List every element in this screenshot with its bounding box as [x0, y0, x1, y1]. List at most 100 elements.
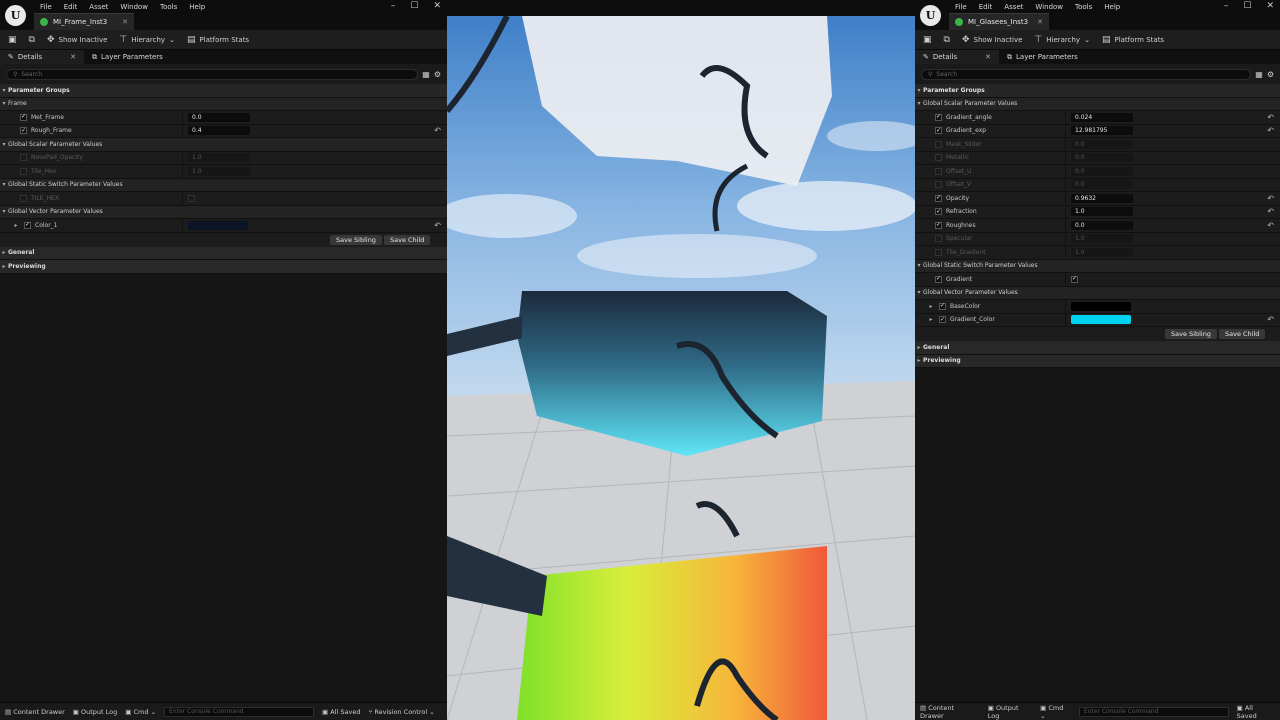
browse-button[interactable]: ⧉ — [944, 35, 950, 45]
enable-checkbox[interactable]: ✓ — [24, 221, 31, 229]
enable-checkbox[interactable]: ✓ — [939, 302, 946, 310]
enable-checkbox[interactable] — [20, 154, 27, 162]
param-value-input[interactable]: 0.0 — [1071, 153, 1133, 163]
param-value-input[interactable]: 0.0 — [1071, 220, 1133, 230]
param-value-input[interactable]: 0.0 — [1071, 139, 1133, 149]
previewing-section[interactable]: ▸ Previewing — [915, 354, 1280, 368]
enable-checkbox[interactable]: ✓ — [939, 316, 946, 324]
global-vector-group[interactable]: ▾ Global Vector Parameter Values — [0, 205, 447, 219]
cmd-dropdown[interactable]: ▣ Cmd ⌄ — [1040, 704, 1071, 720]
menu-file[interactable]: File — [34, 2, 58, 12]
unreal-logo[interactable]: U — [5, 5, 26, 26]
frame-group[interactable]: ▾ Frame — [0, 97, 447, 111]
close-tab-icon[interactable]: ✕ — [1037, 18, 1043, 26]
menu-asset[interactable]: Asset — [83, 2, 114, 12]
enable-checkbox[interactable] — [935, 248, 942, 256]
global-vector-group[interactable]: ▾ Global Vector Parameter Values — [915, 286, 1280, 300]
menu-help[interactable]: Help — [1098, 2, 1126, 12]
enable-checkbox[interactable] — [935, 167, 942, 175]
console-input[interactable]: Enter Console Command — [164, 706, 315, 717]
enable-checkbox[interactable] — [20, 167, 27, 175]
save-button[interactable]: ▣ — [923, 35, 932, 45]
color-swatch[interactable] — [1071, 315, 1131, 325]
minimize-icon[interactable]: – — [391, 1, 396, 11]
enable-checkbox[interactable] — [935, 181, 942, 189]
param-value-input[interactable]: 0.4 — [188, 126, 250, 136]
enable-checkbox[interactable]: ✓ — [935, 194, 942, 202]
color-swatch[interactable] — [1071, 301, 1131, 311]
save-sibling-button[interactable]: Save Sibling — [1165, 329, 1217, 339]
param-value-input[interactable]: 0.0 — [1071, 180, 1133, 190]
search-input[interactable]: ⚲ Search — [921, 68, 1252, 80]
enable-checkbox[interactable]: ✓ — [935, 127, 942, 135]
content-drawer-button[interactable]: ▤ Content Drawer — [920, 704, 980, 720]
asset-tab[interactable]: MI_Frame_Inst3 ✕ — [34, 13, 134, 30]
reset-to-default-icon[interactable]: ↶ — [434, 126, 441, 135]
menu-edit[interactable]: Edit — [58, 2, 84, 12]
global-static-switch-group[interactable]: ▾ Global Static Switch Parameter Values — [915, 259, 1280, 273]
minimize-icon[interactable]: – — [1224, 1, 1229, 11]
cmd-dropdown[interactable]: ▣ Cmd ⌄ — [125, 708, 156, 716]
enable-checkbox[interactable] — [935, 140, 942, 148]
enable-checkbox[interactable]: ✓ — [935, 113, 942, 121]
menu-tools[interactable]: Tools — [1069, 2, 1098, 12]
parameter-groups-header[interactable]: ▾ Parameter Groups — [0, 84, 447, 98]
save-child-button[interactable]: Save Child — [384, 234, 431, 245]
revision-control-button[interactable]: ⑂ Revision Control ⌄ — [368, 708, 434, 716]
enable-checkbox[interactable]: ✓ — [20, 127, 27, 135]
expand-arrow-icon[interactable]: ▸ — [927, 316, 935, 323]
param-value-input[interactable]: 1.0 — [188, 153, 250, 163]
output-log-button[interactable]: ▣ Output Log — [73, 708, 117, 716]
param-value-input[interactable]: 0.9632 — [1071, 193, 1133, 203]
switch-value-checkbox[interactable] — [188, 194, 195, 202]
general-section[interactable]: ▸ General — [0, 246, 447, 260]
enable-checkbox[interactable]: ✓ — [935, 208, 942, 216]
show-inactive-button[interactable]: ✥ Show Inactive — [47, 35, 107, 45]
asset-tab[interactable]: MI_Glasees_Inst3 ✕ — [949, 13, 1049, 30]
save-button[interactable]: ▣ — [8, 35, 17, 45]
menu-tools[interactable]: Tools — [154, 2, 183, 12]
all-saved-button[interactable]: ▣ All Saved — [1237, 704, 1275, 720]
param-value-input[interactable]: 0.0 — [1071, 166, 1133, 176]
search-input[interactable]: ⚲ Search — [6, 68, 419, 80]
close-icon[interactable]: ✕ — [70, 53, 76, 61]
parameter-groups-header[interactable]: ▾ Parameter Groups — [915, 84, 1280, 98]
enable-checkbox[interactable] — [935, 154, 942, 162]
maximize-icon[interactable]: ☐ — [410, 1, 418, 11]
reset-to-default-icon[interactable]: ↶ — [1267, 126, 1274, 135]
param-value-input[interactable]: 1.0 — [1071, 207, 1133, 217]
param-value-input[interactable]: 1.0 — [188, 166, 250, 176]
param-value-input[interactable]: 1.0 — [1071, 247, 1133, 257]
menu-asset[interactable]: Asset — [998, 2, 1029, 12]
enable-checkbox[interactable]: ✓ — [20, 113, 27, 121]
tab-details[interactable]: ✎ Details ✕ — [915, 50, 999, 64]
save-child-button[interactable]: Save Child — [1219, 329, 1266, 339]
settings-gear-icon[interactable]: ⚙ — [434, 70, 441, 79]
menu-edit[interactable]: Edit — [973, 2, 999, 12]
expand-arrow-icon[interactable]: ▸ — [12, 222, 20, 229]
close-icon[interactable]: ✕ — [433, 1, 441, 11]
switch-value-checkbox[interactable]: ✓ — [1071, 275, 1078, 283]
maximize-icon[interactable]: ☐ — [1243, 1, 1251, 11]
view-options-icon[interactable]: ▦ — [1255, 70, 1263, 79]
previewing-section[interactable]: ▸ Previewing — [0, 260, 447, 274]
content-drawer-button[interactable]: ▤ Content Drawer — [5, 708, 65, 716]
global-scalar-group[interactable]: ▾ Global Scalar Parameter Values — [915, 97, 1280, 111]
close-icon[interactable]: ✕ — [1266, 1, 1274, 11]
reset-to-default-icon[interactable]: ↶ — [1267, 194, 1274, 203]
reset-to-default-icon[interactable]: ↶ — [1267, 221, 1274, 230]
enable-checkbox[interactable]: ✓ — [935, 221, 942, 229]
reset-to-default-icon[interactable]: ↶ — [434, 221, 441, 230]
view-options-icon[interactable]: ▦ — [422, 70, 430, 79]
param-value-input[interactable]: 12.981795 — [1071, 126, 1133, 136]
enable-checkbox[interactable] — [20, 194, 27, 202]
platform-stats-button[interactable]: ▤ Platform Stats — [1102, 35, 1164, 45]
tab-layer-parameters[interactable]: ⧉ Layer Parameters — [999, 50, 1086, 64]
menu-file[interactable]: File — [949, 2, 973, 12]
global-scalar-group[interactable]: ▾ Global Scalar Parameter Values — [0, 138, 447, 152]
settings-gear-icon[interactable]: ⚙ — [1267, 70, 1274, 79]
enable-checkbox[interactable] — [935, 235, 942, 243]
output-log-button[interactable]: ▣ Output Log — [988, 704, 1032, 720]
color-swatch[interactable] — [188, 220, 248, 230]
menu-window[interactable]: Window — [114, 2, 154, 12]
